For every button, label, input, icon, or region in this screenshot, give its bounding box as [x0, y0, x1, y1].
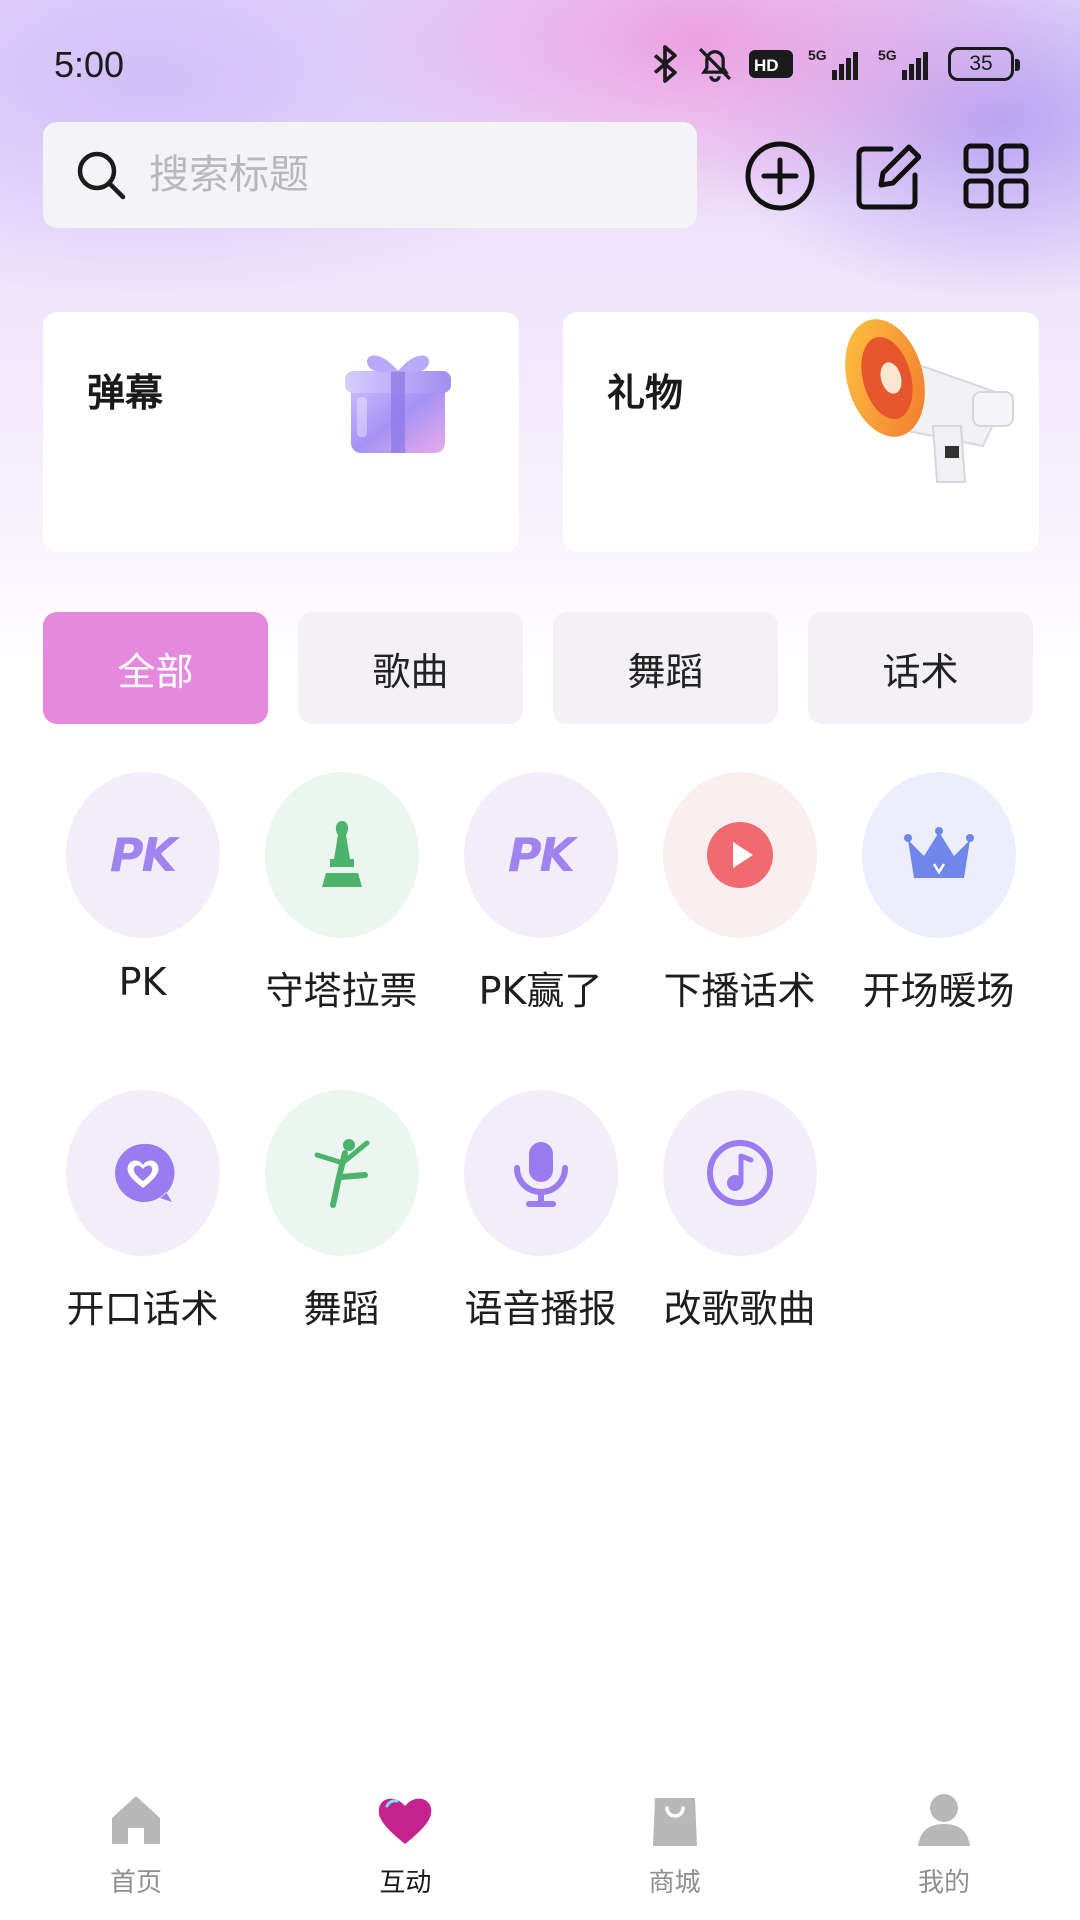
dancer-icon	[314, 1139, 369, 1208]
hd-icon: HD	[749, 50, 793, 78]
feature-grid: PK PK 守塔拉票 PK PK赢了 下播话术 开场暖场 开口话术 舞蹈 语音播…	[43, 772, 1043, 1408]
edit-icon	[856, 144, 921, 210]
status-icons: HD 5G 5G 35	[648, 42, 1020, 86]
grid-item-pk-won[interactable]: PK PK赢了	[441, 772, 640, 1090]
tab-dance[interactable]: 舞蹈	[553, 612, 778, 724]
nav-label: 首页	[109, 1868, 162, 1898]
heart-chat-icon-bg	[65, 1090, 220, 1256]
status-time: 5:00	[54, 44, 125, 85]
grid-item-label: PK	[118, 960, 167, 1004]
nav-label: 我的	[917, 1868, 970, 1898]
grid-item-pk[interactable]: PK PK	[43, 772, 242, 1090]
grid-item-label: 下播话术	[663, 969, 816, 1013]
grid-item-offline-script[interactable]: 下播话术	[640, 772, 839, 1090]
danmu-card-title: 弹幕	[87, 371, 164, 415]
search-input[interactable]	[149, 152, 669, 198]
nav-label: 商城	[648, 1868, 701, 1898]
play-icon-bg	[662, 772, 817, 938]
crown-icon-bg	[861, 772, 1016, 938]
bluetooth-icon	[653, 45, 677, 83]
grid-item-label: 守塔拉票	[265, 969, 418, 1013]
bottom-navigation: 首页 互动 商城 我的	[0, 1770, 1080, 1920]
pk-icon-text: PK	[109, 828, 177, 882]
grid-row: PK PK 守塔拉票 PK PK赢了 下播话术 开场暖场	[43, 772, 1043, 1090]
heart-icon	[379, 1798, 432, 1844]
add-button[interactable]	[738, 134, 822, 218]
gift-card-title: 礼物	[607, 371, 684, 415]
heart-chat-icon	[114, 1143, 174, 1202]
grid-item-label: 舞蹈	[303, 1287, 380, 1331]
tab-songs[interactable]: 歌曲	[298, 612, 523, 724]
pk-icon: PK	[65, 772, 220, 938]
edit-button[interactable]	[846, 134, 930, 218]
svg-text:HD: HD	[754, 56, 779, 75]
status-bar: 5:00 HD 5G 5G 35	[0, 0, 1080, 120]
nav-home[interactable]: 首页	[66, 1770, 206, 1920]
crown-icon	[903, 827, 974, 878]
grid-row: 开口话术 舞蹈 语音播报 改歌歌曲	[43, 1090, 1043, 1408]
megaphone-icon	[845, 319, 1014, 483]
music-note-icon	[706, 1140, 773, 1206]
microphone-icon	[513, 1142, 568, 1207]
grid-item-label: 开口话术	[66, 1287, 219, 1331]
pk-icon-text: PK	[507, 828, 575, 882]
user-icon	[917, 1794, 970, 1846]
grid-item-opening-script[interactable]: 开口话术	[43, 1090, 242, 1408]
grid-item-song-change[interactable]: 改歌歌曲	[640, 1090, 839, 1408]
grid-item-label: 改歌歌曲	[663, 1287, 816, 1331]
shopping-bag-icon	[652, 1798, 697, 1846]
music-note-icon-bg	[662, 1090, 817, 1256]
filter-tabs: 全部 歌曲 舞蹈 话术	[43, 612, 1033, 724]
grid-item-guard-tower[interactable]: 守塔拉票	[242, 772, 441, 1090]
tab-scripts[interactable]: 话术	[808, 612, 1033, 724]
5g-signal-icon: 5G	[808, 47, 858, 80]
5g-signal-icon: 5G	[878, 47, 928, 80]
tab-all[interactable]: 全部	[43, 612, 268, 724]
grid-icon	[963, 143, 1029, 209]
nav-label: 互动	[379, 1868, 432, 1898]
grid-item-warmup[interactable]: 开场暖场	[839, 772, 1038, 1090]
nav-profile[interactable]: 我的	[874, 1770, 1014, 1920]
add-circle-icon	[745, 141, 815, 211]
nav-shop[interactable]: 商城	[605, 1770, 745, 1920]
danmu-card[interactable]: 弹幕	[43, 312, 519, 552]
svg-text:5G: 5G	[878, 47, 897, 63]
search-icon	[77, 151, 126, 200]
home-icon	[112, 1796, 160, 1844]
top-actions	[738, 134, 1038, 218]
play-icon	[706, 822, 773, 888]
apps-button[interactable]	[954, 134, 1038, 218]
search-bar[interactable]	[43, 122, 697, 228]
svg-text:5G: 5G	[808, 47, 827, 63]
chess-tower-icon-bg	[264, 772, 419, 938]
battery-icon: 35	[948, 47, 1020, 81]
grid-item-dance[interactable]: 舞蹈	[242, 1090, 441, 1408]
grid-item-label: 语音播报	[464, 1287, 617, 1331]
gift-card[interactable]: 礼物	[563, 312, 1039, 552]
grid-item-voice-broadcast[interactable]: 语音播报	[441, 1090, 640, 1408]
grid-item-label: 开场暖场	[862, 969, 1015, 1013]
pk-icon: PK	[463, 772, 618, 938]
chess-tower-icon	[321, 821, 362, 887]
gift-box-icon	[345, 355, 451, 453]
silent-bell-icon	[698, 47, 732, 82]
dancer-icon-bg	[264, 1090, 419, 1256]
grid-item-label: PK赢了	[478, 969, 603, 1013]
nav-interaction[interactable]: 互动	[335, 1770, 475, 1920]
battery-level: 35	[969, 52, 993, 75]
microphone-icon-bg	[463, 1090, 618, 1256]
